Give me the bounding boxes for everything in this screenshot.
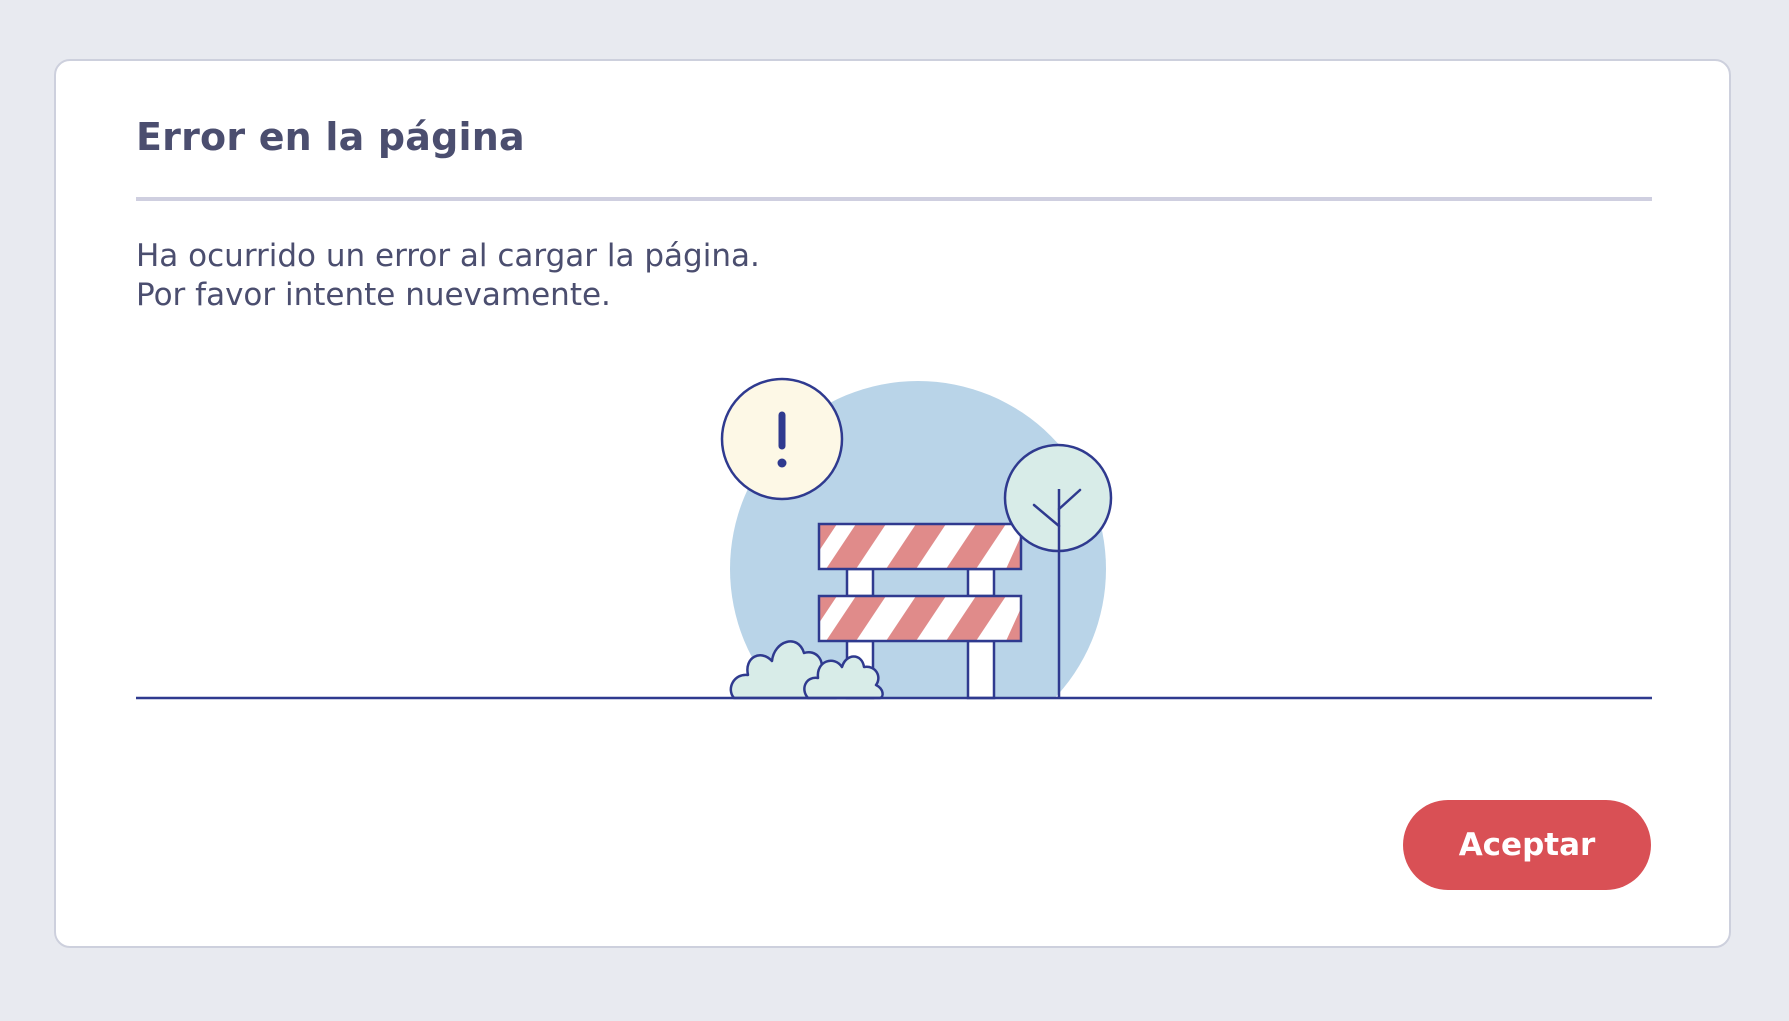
- tree-icon: [1003, 443, 1113, 698]
- bush-icon: [729, 640, 884, 700]
- accept-button[interactable]: Aceptar: [1403, 800, 1651, 890]
- error-message: Ha ocurrido un error al cargar la página…: [136, 237, 760, 315]
- error-message-line-1: Ha ocurrido un error al cargar la página…: [136, 238, 760, 274]
- dialog-title: Error en la página: [136, 115, 525, 159]
- road-barrier-icon: [817, 522, 1023, 700]
- warning-icon: [720, 377, 844, 501]
- error-message-line-2: Por favor intente nuevamente.: [136, 277, 611, 313]
- sky-circle: [730, 381, 1106, 698]
- title-divider: [136, 197, 1652, 201]
- error-dialog: Error en la página Ha ocurrido un error …: [54, 59, 1731, 948]
